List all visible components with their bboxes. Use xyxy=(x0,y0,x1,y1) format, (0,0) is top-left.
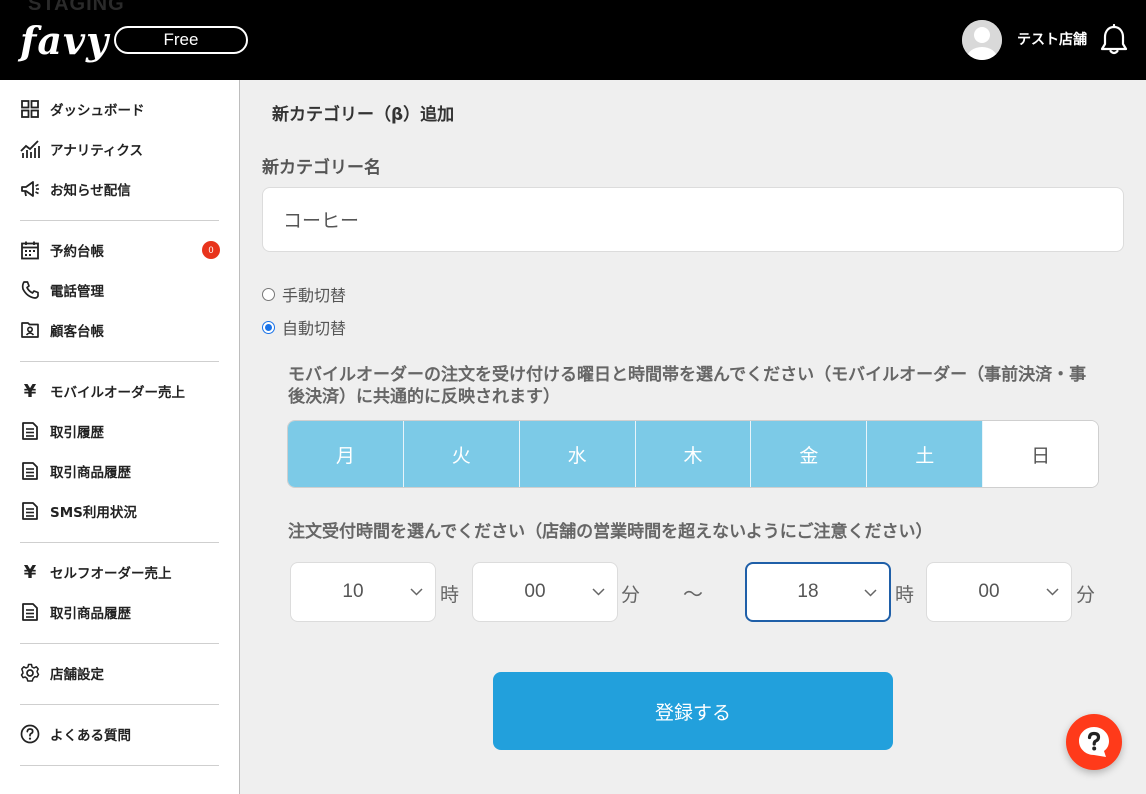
sidebar-item-product-history[interactable]: 取引商品履歴 xyxy=(20,459,220,483)
sidebar-item-transaction-history[interactable]: 取引履歴 xyxy=(20,419,220,443)
radio-label: 手動切替 xyxy=(282,286,347,305)
sidebar-item-label: アナリティクス xyxy=(50,143,144,159)
sidebar-item-label: お知らせ配信 xyxy=(50,183,131,199)
chevron-down-icon xyxy=(410,588,423,596)
document-icon xyxy=(20,501,40,521)
sidebar-item-announcements[interactable]: お知らせ配信 xyxy=(20,177,220,201)
day-toggle-thu[interactable]: 木 xyxy=(635,421,752,487)
start-hour-select[interactable]: 10 xyxy=(290,562,436,622)
sidebar-item-self-order-sales[interactable]: ¥ セルフオーダー売上 xyxy=(20,560,220,584)
end-minute-select[interactable]: 00 xyxy=(926,562,1072,622)
sidebar-item-store-settings[interactable]: 店舗設定 xyxy=(20,661,220,685)
env-label: STAGING xyxy=(28,0,125,15)
radio-label: 自動切替 xyxy=(282,319,347,338)
sidebar-item-label: モバイルオーダー売上 xyxy=(50,385,185,401)
sidebar-item-dashboard[interactable]: ダッシュボード xyxy=(20,97,220,121)
calendar-icon xyxy=(20,240,40,260)
sidebar-item-label: SMS利用状況 xyxy=(50,505,137,521)
contact-card-icon xyxy=(20,320,40,340)
category-name-label: 新カテゴリー名 xyxy=(262,158,381,178)
sidebar-item-sms-usage[interactable]: SMS利用状況 xyxy=(20,499,220,523)
select-value: 00 xyxy=(978,581,1000,602)
select-value: 00 xyxy=(524,581,546,602)
day-selector: 月 火 水 木 金 土 日 xyxy=(287,420,1099,488)
radio-button[interactable] xyxy=(262,320,275,334)
page-title: 新カテゴリー（β）追加 xyxy=(272,105,455,125)
top-header: STAGING favy Free テスト店舗 xyxy=(0,0,1146,80)
sidebar-item-customers[interactable]: 顧客台帳 xyxy=(20,318,220,342)
sidebar-item-self-order-product-history[interactable]: 取引商品履歴 xyxy=(20,600,220,624)
avatar[interactable] xyxy=(962,20,1002,60)
sidebar-item-label: 取引商品履歴 xyxy=(50,465,131,481)
day-toggle-sat[interactable]: 土 xyxy=(867,421,984,487)
day-toggle-sun[interactable]: 日 xyxy=(983,421,1098,487)
user-icon xyxy=(962,20,1002,60)
sidebar-item-label: 予約台帳 xyxy=(50,244,104,260)
sidebar-item-mobile-order-sales[interactable]: ¥ モバイルオーダー売上 xyxy=(20,379,220,403)
help-bubble-icon xyxy=(1079,727,1109,757)
hour-unit-label: 時 xyxy=(440,584,460,606)
time-range-separator: 〜 xyxy=(683,582,703,606)
day-toggle-mon[interactable]: 月 xyxy=(288,421,404,487)
register-button[interactable]: 登録する xyxy=(493,672,893,750)
radio-manual-switch[interactable]: 手動切替 xyxy=(262,283,346,305)
bell-icon[interactable] xyxy=(1099,24,1129,56)
radio-auto-switch[interactable]: 自動切替 xyxy=(262,316,346,338)
chevron-down-icon xyxy=(864,589,877,597)
sidebar-item-label: 顧客台帳 xyxy=(50,324,104,340)
plan-badge: Free xyxy=(114,26,248,54)
sidebar-item-label: よくある質問 xyxy=(50,728,131,744)
end-hour-select[interactable]: 18 xyxy=(745,562,891,622)
radio-button[interactable] xyxy=(262,287,275,301)
day-toggle-wed[interactable]: 水 xyxy=(519,421,636,487)
help-chat-button[interactable] xyxy=(1066,714,1122,770)
sidebar-divider xyxy=(20,643,219,644)
document-icon xyxy=(20,461,40,481)
sidebar-divider xyxy=(20,220,219,221)
sidebar-divider xyxy=(20,765,219,766)
sidebar-item-label: 取引履歴 xyxy=(50,425,104,441)
yen-icon: ¥ xyxy=(23,380,37,402)
category-name-input[interactable] xyxy=(262,187,1124,252)
sidebar-divider xyxy=(20,704,219,705)
favy-logo[interactable]: favy xyxy=(20,18,109,63)
day-toggle-fri[interactable]: 金 xyxy=(751,421,868,487)
day-toggle-tue[interactable]: 火 xyxy=(403,421,520,487)
sidebar-item-label: ダッシュボード xyxy=(50,103,145,119)
sidebar-item-faq[interactable]: よくある質問 xyxy=(20,722,220,746)
sidebar-item-phone[interactable]: 電話管理 xyxy=(20,278,220,302)
question-icon xyxy=(20,724,40,744)
yen-icon: ¥ xyxy=(23,561,37,583)
select-value: 10 xyxy=(342,581,364,602)
gear-icon xyxy=(20,663,40,683)
analytics-icon xyxy=(20,139,40,159)
document-icon xyxy=(20,421,40,441)
sidebar: ダッシュボード アナリティクス お知らせ配信 予約台帳 0 電話管理 顧客台帳 xyxy=(0,80,240,794)
reservation-count-badge: 0 xyxy=(202,241,220,259)
dashboard-icon xyxy=(20,99,40,119)
chevron-down-icon xyxy=(592,588,605,596)
phone-icon xyxy=(20,280,40,300)
hour-unit-label: 時 xyxy=(895,584,915,606)
select-value: 18 xyxy=(797,581,819,602)
start-minute-select[interactable]: 00 xyxy=(472,562,618,622)
document-icon xyxy=(20,602,40,622)
days-instruction: モバイルオーダーの注文を受け付ける曜日と時間帯を選んでください（モバイルオーダー… xyxy=(288,365,1087,407)
sidebar-divider xyxy=(20,361,219,362)
minute-unit-label: 分 xyxy=(621,584,641,606)
store-name[interactable]: テスト店舗 xyxy=(1017,29,1087,49)
sidebar-item-label: 取引商品履歴 xyxy=(50,606,131,622)
chevron-down-icon xyxy=(1046,588,1059,596)
megaphone-icon xyxy=(20,179,40,199)
time-instruction: 注文受付時間を選んでください（店舗の営業時間を超えないようにご注意ください） xyxy=(288,522,933,542)
sidebar-item-label: 店舗設定 xyxy=(50,667,104,683)
sidebar-divider xyxy=(20,542,219,543)
sidebar-item-label: セルフオーダー売上 xyxy=(50,566,172,582)
sidebar-item-analytics[interactable]: アナリティクス xyxy=(20,137,220,161)
minute-unit-label: 分 xyxy=(1076,584,1096,606)
sidebar-item-label: 電話管理 xyxy=(50,284,104,300)
sidebar-item-reservations[interactable]: 予約台帳 0 xyxy=(20,238,220,262)
